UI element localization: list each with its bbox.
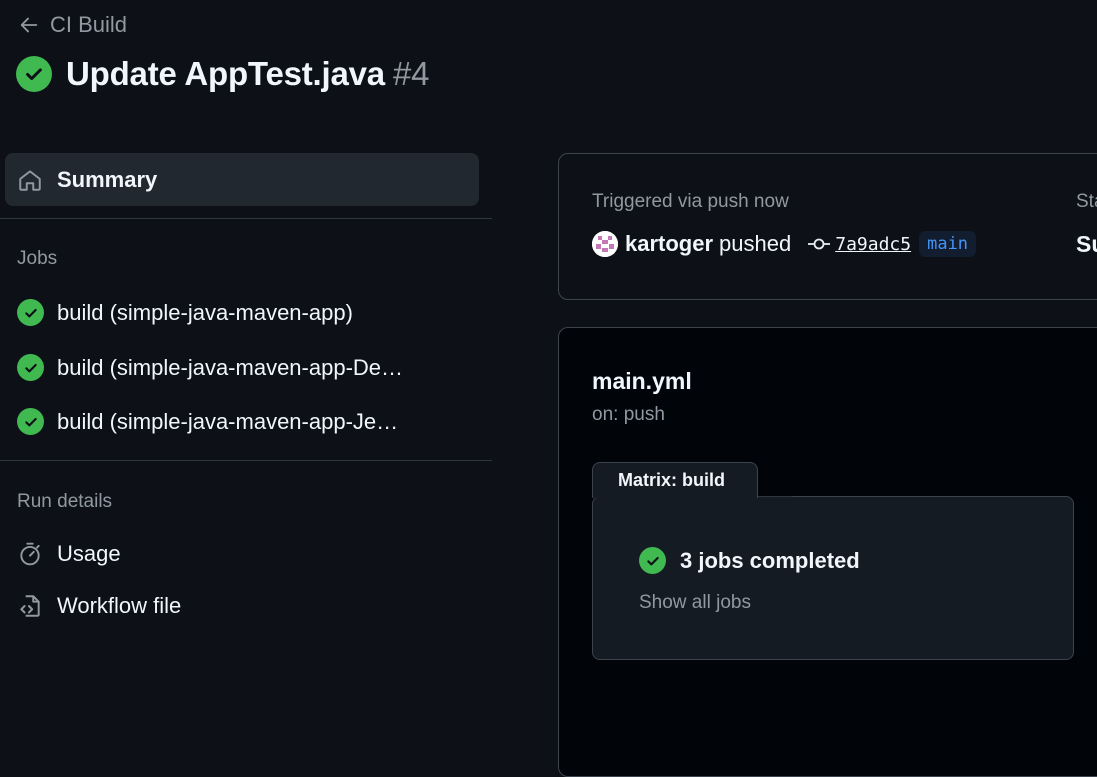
jobs-completed-text: 3 jobs completed: [680, 547, 860, 573]
matrix-box: [592, 496, 1074, 660]
summary-label: Summary: [57, 166, 158, 192]
run-summary-card: [558, 153, 1097, 300]
check-circle-icon: [17, 299, 44, 326]
page-title: Update AppTest.java #4: [66, 55, 429, 93]
run-details-heading: Run details: [17, 491, 113, 512]
run-title: Update AppTest.java #4: [16, 55, 429, 93]
sidebar-divider: [0, 460, 492, 461]
matrix-tab-join: [593, 494, 757, 498]
check-circle-icon: [17, 408, 44, 435]
home-icon: [19, 169, 41, 191]
file-code-icon: [20, 595, 40, 617]
sidebar-item-summary[interactable]: Summary: [5, 153, 479, 206]
sidebar-job-item[interactable]: build (simple-java-maven-app): [17, 299, 353, 326]
check-circle-icon: [639, 547, 666, 574]
job-label: build (simple-java-maven-app-Je…: [57, 408, 399, 434]
push-info: kartoger pushed 7a9adc5 main: [592, 231, 977, 257]
commit-link[interactable]: 7a9adc5: [807, 234, 911, 255]
matrix-tab: Matrix: build: [592, 462, 758, 498]
sidebar-item-workflow-file[interactable]: Workflow file: [17, 593, 181, 619]
check-circle-icon: [17, 354, 44, 381]
workflow-file-label: Workflow file: [57, 593, 182, 618]
workflow-name: main.yml: [592, 368, 692, 394]
git-commit-icon: [808, 238, 831, 250]
push-action: pushed: [719, 231, 792, 256]
status-label: Sta: [1076, 191, 1097, 212]
job-label: build (simple-java-maven-app): [57, 299, 353, 325]
sidebar-job-item[interactable]: build (simple-java-maven-app-De…: [17, 354, 403, 381]
jobs-completed: 3 jobs completed: [639, 547, 860, 574]
matrix-tab-edge: [758, 496, 792, 497]
job-label: build (simple-java-maven-app-De…: [57, 354, 404, 380]
trigger-text: Triggered via push now: [592, 191, 789, 212]
back-link-label: CI Build: [50, 12, 128, 37]
status-value: Su: [1076, 231, 1097, 257]
check-circle-icon: [16, 56, 52, 92]
jobs-heading: Jobs: [17, 248, 58, 269]
sidebar-job-item[interactable]: build (simple-java-maven-app-Je…: [17, 408, 398, 435]
stopwatch-icon: [20, 542, 40, 566]
show-all-jobs-link[interactable]: Show all jobs: [639, 592, 751, 614]
run-number: #4: [392, 55, 430, 92]
sidebar-divider: [0, 218, 492, 219]
commit-sha: 7a9adc5: [835, 233, 912, 255]
usage-label: Usage: [57, 541, 121, 566]
matrix-label: Matrix: build: [618, 470, 725, 490]
sidebar-item-usage[interactable]: Usage: [17, 541, 121, 567]
avatar[interactable]: [592, 231, 618, 257]
page-title-text: Update AppTest.java: [66, 55, 385, 92]
workflow-trigger: on: push: [592, 404, 665, 425]
branch-badge[interactable]: main: [919, 231, 977, 257]
arrow-left-icon: [20, 17, 38, 33]
actor-name[interactable]: kartoger: [625, 231, 713, 257]
back-link[interactable]: CI Build: [18, 12, 127, 38]
